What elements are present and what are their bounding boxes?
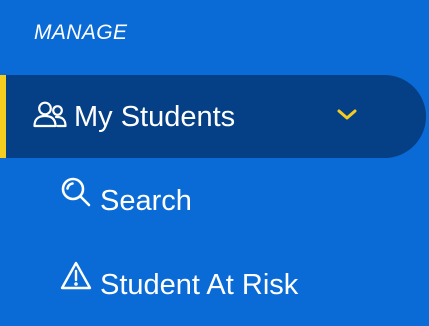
sidebar-item-search[interactable]: Search	[0, 172, 429, 232]
sidebar-item-label: My Students	[74, 101, 236, 133]
search-icon	[60, 176, 92, 208]
sidebar-item-label: Student At Risk	[100, 269, 299, 301]
sidebar: MANAGE My Students Search Student At Ris…	[0, 0, 429, 326]
sidebar-item-my-students[interactable]: My Students	[0, 75, 426, 158]
sidebar-item-label: Search	[100, 185, 192, 217]
warning-icon	[60, 260, 92, 292]
chevron-down-icon[interactable]	[334, 101, 360, 127]
users-icon	[33, 101, 67, 128]
active-indicator	[0, 75, 6, 158]
sidebar-item-student-at-risk[interactable]: Student At Risk	[0, 256, 429, 316]
section-title: MANAGE	[34, 21, 128, 44]
